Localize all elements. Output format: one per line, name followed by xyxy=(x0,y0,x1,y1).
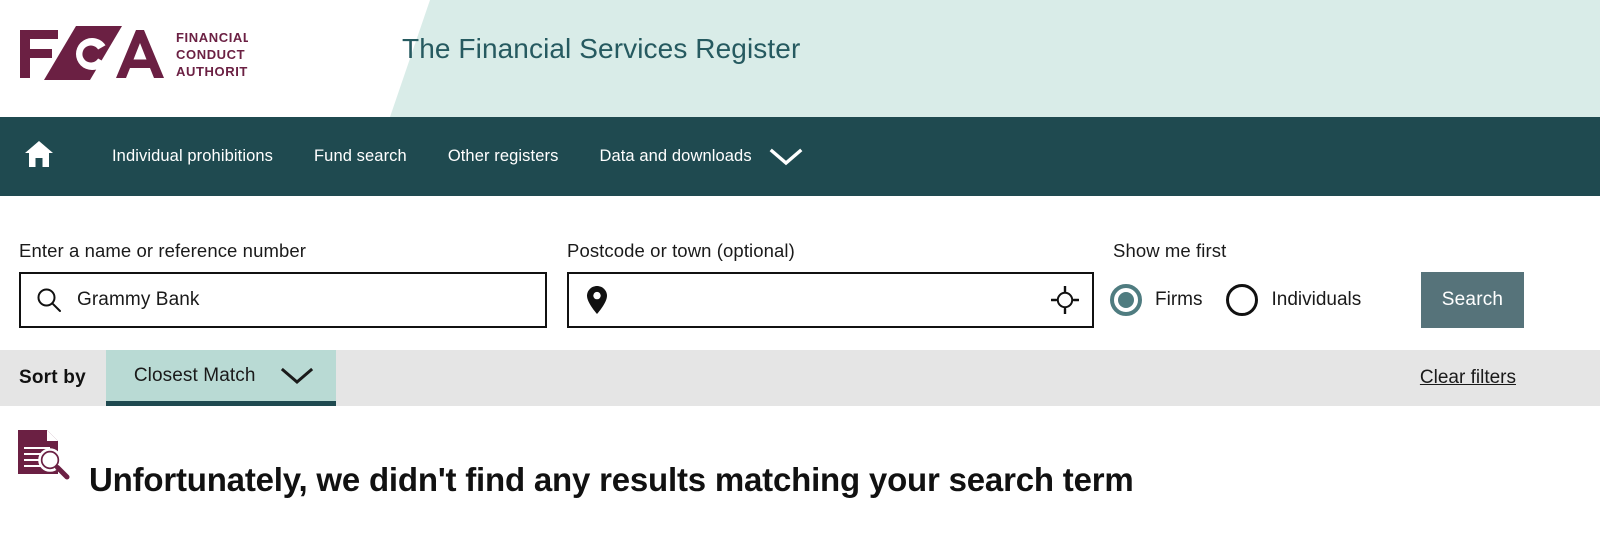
fca-logo[interactable]: FINANCIAL CONDUCT AUTHORITY xyxy=(18,22,248,84)
main-nav: Individual prohibitions Fund search Othe… xyxy=(0,117,1600,196)
sort-bar: Sort by Closest Match Clear filters xyxy=(0,350,1600,406)
search-input[interactable]: Grammy Bank xyxy=(19,272,547,328)
page-title: The Financial Services Register xyxy=(402,33,801,64)
page-header: FINANCIAL CONDUCT AUTHORITY The Financia… xyxy=(0,0,1600,117)
sort-by-label: Sort by xyxy=(19,367,86,388)
svg-text:AUTHORITY: AUTHORITY xyxy=(176,64,248,79)
search-icon xyxy=(21,287,77,313)
no-results-message: Unfortunately, we didn't find any result… xyxy=(89,461,1134,498)
nav-item-other-registers[interactable]: Other registers xyxy=(448,147,559,166)
svg-text:CONDUCT: CONDUCT xyxy=(176,47,245,62)
clear-filters-link[interactable]: Clear filters xyxy=(1420,367,1516,389)
radio-selected-icon xyxy=(1110,284,1142,316)
radio-label-individuals: Individuals xyxy=(1271,289,1362,310)
chevron-down-icon xyxy=(769,147,803,167)
search-input-value: Grammy Bank xyxy=(77,289,200,310)
postcode-field-label: Postcode or town (optional) xyxy=(567,240,795,261)
radio-label-firms: Firms xyxy=(1155,289,1203,310)
nav-item-fund-search[interactable]: Fund search xyxy=(314,147,407,166)
show-me-first-radio-group: Firms Individuals xyxy=(1110,272,1385,328)
chevron-down-icon xyxy=(280,366,314,386)
postcode-input[interactable] xyxy=(567,272,1094,328)
nav-home-button[interactable] xyxy=(18,136,60,178)
name-field-label: Enter a name or reference number xyxy=(19,240,307,261)
document-search-icon xyxy=(16,428,70,480)
radio-option-individuals[interactable]: Individuals xyxy=(1226,284,1361,316)
search-form: Enter a name or reference number Grammy … xyxy=(0,196,1600,350)
nav-item-label: Data and downloads xyxy=(599,147,752,165)
home-icon xyxy=(24,140,54,173)
search-button[interactable]: Search xyxy=(1421,272,1524,328)
show-me-first-label: Show me first xyxy=(1113,240,1227,261)
map-pin-icon xyxy=(569,285,625,315)
nav-item-individual-prohibitions[interactable]: Individual prohibitions xyxy=(112,147,273,166)
crosshair-locate-icon[interactable] xyxy=(1038,286,1092,314)
sort-dropdown[interactable]: Closest Match xyxy=(105,350,336,406)
radio-unselected-icon xyxy=(1226,284,1259,316)
sort-dropdown-value: Closest Match xyxy=(133,364,256,386)
svg-text:FINANCIAL: FINANCIAL xyxy=(176,30,248,45)
results-area: Unfortunately, we didn't find any result… xyxy=(0,406,1600,556)
nav-item-data-and-downloads[interactable]: Data and downloads xyxy=(599,147,803,167)
radio-option-firms[interactable]: Firms xyxy=(1110,284,1202,316)
